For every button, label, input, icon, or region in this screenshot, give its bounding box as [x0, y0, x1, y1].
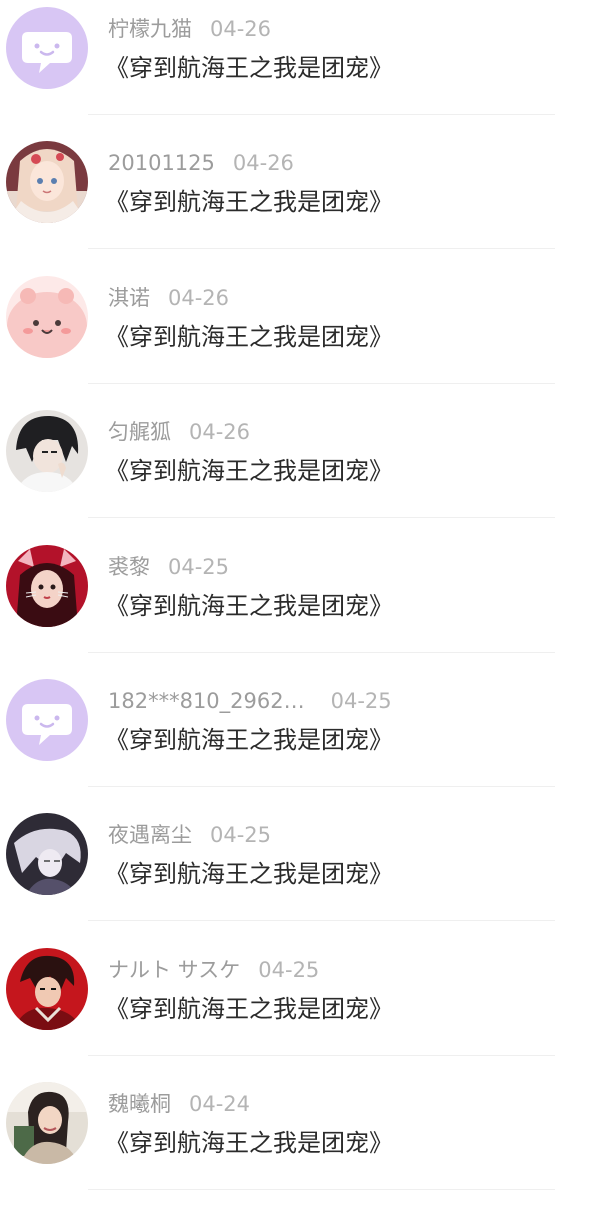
- comment-date: 04-25: [330, 689, 392, 713]
- divider: [88, 383, 555, 384]
- comment-text: 《穿到航海王之我是团宠》: [105, 1129, 393, 1157]
- username[interactable]: 夜遇离尘: [108, 823, 192, 847]
- comment-meta: ナルト サスケ 04-25: [108, 955, 319, 985]
- username[interactable]: 20101125: [108, 151, 215, 175]
- comment-text: 《穿到航海王之我是团宠》: [105, 995, 393, 1023]
- divider: [88, 652, 555, 653]
- comment-meta: 20101125 04-26: [108, 148, 294, 178]
- pink-cartoon-avatar[interactable]: [6, 276, 88, 358]
- comment-text: 《穿到航海王之我是团宠》: [105, 860, 393, 888]
- comment-text: 《穿到航海王之我是团宠》: [105, 592, 393, 620]
- red-cat-ears-avatar[interactable]: [6, 545, 88, 627]
- comment-meta: 裘黎 04-25: [108, 552, 229, 582]
- chat-bubble-default-avatar[interactable]: [6, 679, 88, 761]
- comment-item[interactable]: 裘黎 04-25 《穿到航海王之我是团宠》: [0, 538, 605, 672]
- divider: [88, 1055, 555, 1056]
- comment-item[interactable]: 182***810_2962… 04-25 《穿到航海王之我是团宠》: [0, 672, 605, 806]
- divider: [88, 786, 555, 787]
- comment-text: 《穿到航海王之我是团宠》: [105, 54, 393, 82]
- comment-date: 04-25: [168, 555, 230, 579]
- comment-item[interactable]: 魏曦桐 04-24 《穿到航海王之我是团宠》: [0, 1075, 605, 1209]
- comment-item[interactable]: 柠檬九猫 04-26 《穿到航海王之我是团宠》: [0, 0, 605, 134]
- divider: [88, 920, 555, 921]
- username[interactable]: 匀艉狐: [108, 420, 171, 444]
- comment-meta: 魏曦桐 04-24: [108, 1089, 250, 1119]
- username[interactable]: 淇诺: [108, 286, 150, 310]
- comment-item[interactable]: 20101125 04-26 《穿到航海王之我是团宠》: [0, 134, 605, 268]
- comment-item[interactable]: 夜遇离尘 04-25 《穿到航海王之我是团宠》: [0, 806, 605, 940]
- divider: [88, 1189, 555, 1190]
- comment-meta: 夜遇离尘 04-25: [108, 820, 271, 850]
- comment-text: 《穿到航海王之我是团宠》: [105, 457, 393, 485]
- anime-boy-avatar[interactable]: [6, 410, 88, 492]
- comment-date: 04-26: [168, 286, 230, 310]
- comment-date: 04-26: [232, 151, 294, 175]
- comment-item[interactable]: 匀艉狐 04-26 《穿到航海王之我是团宠》: [0, 403, 605, 537]
- username[interactable]: 魏曦桐: [108, 1092, 171, 1116]
- comment-meta: 淇诺 04-26: [108, 283, 229, 313]
- chat-bubble-default-avatar[interactable]: [6, 7, 88, 89]
- comment-date: 04-25: [210, 823, 272, 847]
- comment-date: 04-26: [189, 420, 251, 444]
- red-anime-avatar[interactable]: [6, 948, 88, 1030]
- divider: [88, 517, 555, 518]
- divider: [88, 248, 555, 249]
- username[interactable]: 182***810_2962…: [108, 686, 305, 716]
- dark-anime-avatar[interactable]: [6, 813, 88, 895]
- username[interactable]: ナルト サスケ: [108, 958, 240, 982]
- divider: [88, 114, 555, 115]
- comment-meta: 匀艉狐 04-26: [108, 417, 250, 447]
- comment-text: 《穿到航海王之我是团宠》: [105, 323, 393, 351]
- comment-meta: 182***810_2962… 04-25: [108, 686, 392, 716]
- username[interactable]: 柠檬九猫: [108, 17, 192, 41]
- comment-meta: 柠檬九猫 04-26: [108, 14, 271, 44]
- comment-date: 04-24: [189, 1092, 251, 1116]
- comment-text: 《穿到航海王之我是团宠》: [105, 188, 393, 216]
- comment-date: 04-26: [210, 17, 272, 41]
- comment-text: 《穿到航海王之我是团宠》: [105, 726, 393, 754]
- girl-photo-avatar[interactable]: [6, 1082, 88, 1164]
- comment-item[interactable]: 淇诺 04-26 《穿到航海王之我是团宠》: [0, 269, 605, 403]
- comment-date: 04-25: [258, 958, 320, 982]
- anime-girl-avatar[interactable]: [6, 141, 88, 223]
- username[interactable]: 裘黎: [108, 555, 150, 579]
- comment-item[interactable]: ナルト サスケ 04-25 《穿到航海王之我是团宠》: [0, 941, 605, 1075]
